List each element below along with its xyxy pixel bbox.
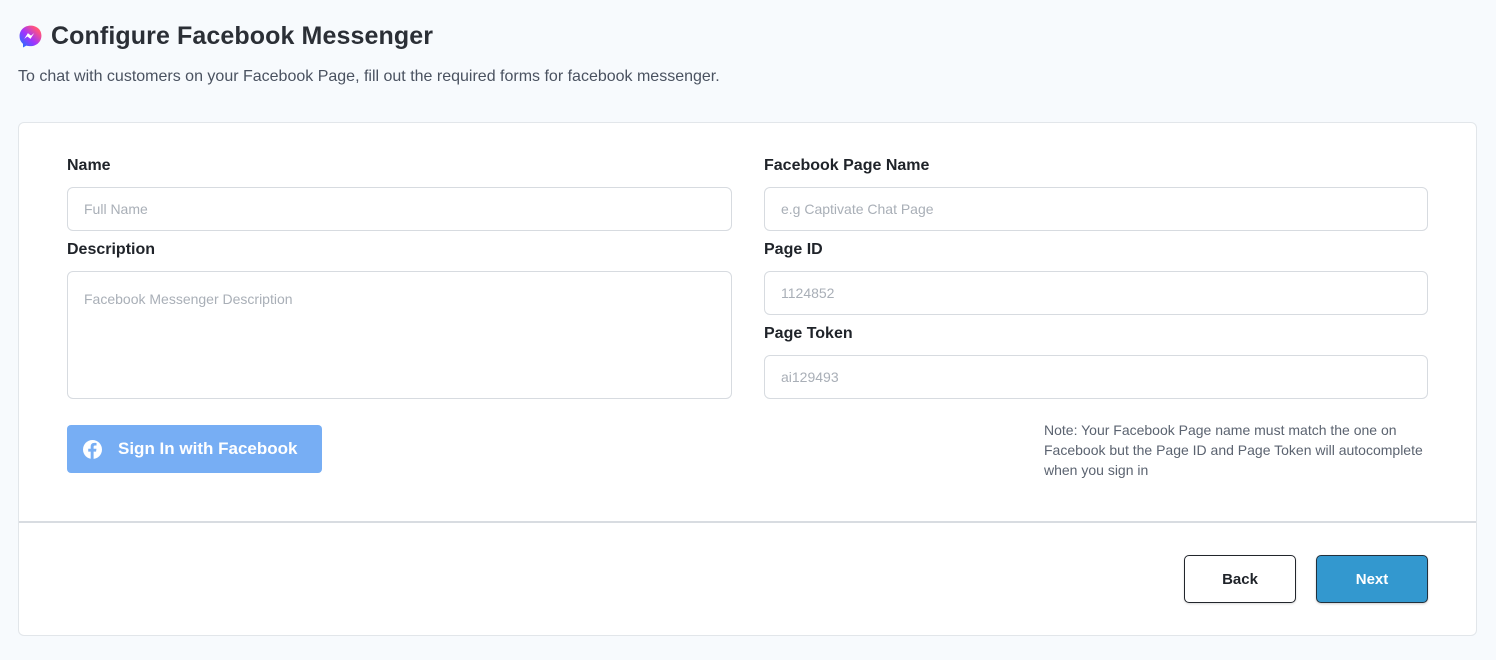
sign-in-facebook-button[interactable]: Sign In with Facebook — [67, 425, 322, 473]
config-card: Name Description Facebook Page Name Page… — [18, 122, 1477, 636]
sign-in-facebook-label: Sign In with Facebook — [118, 439, 298, 458]
page-token-label: Page Token — [764, 325, 853, 342]
page-id-input[interactable] — [764, 271, 1428, 315]
page-subtitle: To chat with customers on your Facebook … — [18, 68, 720, 85]
description-input[interactable] — [67, 271, 732, 399]
note-text: Note: Your Facebook Page name must match… — [1044, 422, 1423, 478]
back-button[interactable]: Back — [1184, 555, 1296, 603]
header: Configure Facebook Messenger — [18, 22, 433, 51]
page-name-input[interactable] — [764, 187, 1428, 231]
divider — [19, 521, 1476, 523]
next-button[interactable]: Next — [1316, 555, 1428, 603]
facebook-icon — [83, 439, 102, 459]
name-input[interactable] — [67, 187, 732, 231]
page-token-input[interactable] — [764, 355, 1428, 399]
page-title: Configure Facebook Messenger — [51, 22, 434, 50]
name-label: Name — [67, 157, 111, 174]
page-name-label: Facebook Page Name — [764, 157, 930, 174]
messenger-icon — [19, 25, 42, 48]
description-label: Description — [67, 241, 156, 258]
page: Configure Facebook Messenger To chat wit… — [0, 0, 1496, 660]
page-id-label: Page ID — [764, 241, 823, 258]
